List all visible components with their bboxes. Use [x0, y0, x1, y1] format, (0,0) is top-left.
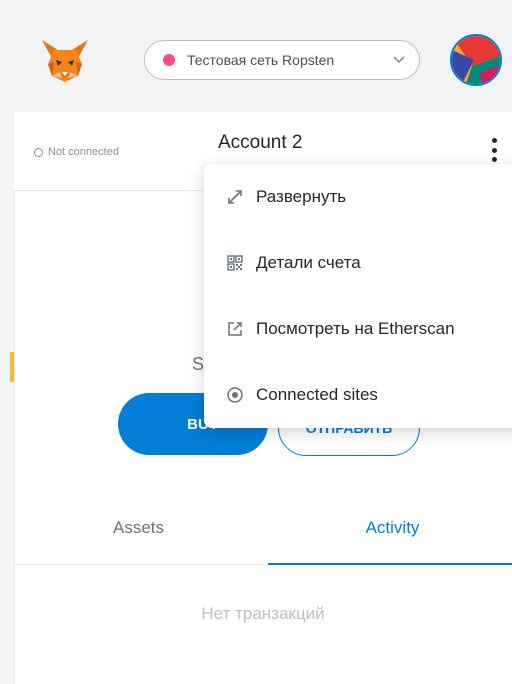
metamask-fox-icon[interactable] — [40, 38, 90, 84]
connection-status[interactable]: Not connected — [34, 146, 119, 158]
browser-edge — [0, 0, 15, 684]
qr-code-icon — [227, 255, 243, 271]
network-label: Тестовая сеть Ropsten — [187, 52, 335, 68]
metamask-popup: Тестовая сеть Ropsten Not connected Acco… — [0, 0, 512, 684]
account-options-kebab-icon[interactable] — [488, 138, 500, 162]
menu-item-connected-sites[interactable]: Connected sites — [204, 362, 512, 428]
menu-item-view-on-etherscan[interactable]: Посмотреть на Etherscan — [204, 296, 512, 362]
connected-sites-icon — [227, 387, 243, 403]
identicon-icon — [452, 36, 500, 84]
edge-accent — [10, 352, 14, 382]
menu-item-account-details[interactable]: Детали счета — [204, 230, 512, 296]
tab-activity[interactable]: Activity — [268, 492, 512, 565]
active-tab-indicator — [268, 563, 512, 565]
tab-activity-label: Activity — [365, 518, 420, 537]
connection-status-icon — [34, 147, 43, 157]
account-name[interactable]: Account 2 — [218, 132, 303, 154]
account-identicon[interactable] — [450, 34, 502, 86]
chevron-down-icon — [393, 56, 405, 64]
menu-item-label: Посмотреть на Etherscan — [256, 319, 455, 338]
tab-assets[interactable]: Assets — [14, 492, 263, 564]
balance-partial: S — [192, 354, 205, 374]
network-status-dot — [163, 54, 175, 66]
tab-bar: Assets Activity — [14, 492, 512, 565]
menu-item-expand[interactable]: Развернуть — [204, 164, 512, 230]
app-header: Тестовая сеть Ropsten — [14, 0, 512, 112]
expand-icon — [228, 190, 242, 204]
menu-item-label: Детали счета — [256, 253, 361, 272]
empty-transactions-message: Нет транзакций — [201, 604, 325, 623]
account-options-menu: Развернуть Детали счета Посмотреть на Et… — [204, 164, 512, 428]
external-link-icon — [228, 322, 242, 336]
menu-item-label: Connected sites — [256, 385, 378, 404]
menu-item-label: Развернуть — [256, 187, 347, 206]
network-selector[interactable]: Тестовая сеть Ropsten — [144, 40, 420, 80]
connection-status-label: Not connected — [48, 146, 119, 158]
